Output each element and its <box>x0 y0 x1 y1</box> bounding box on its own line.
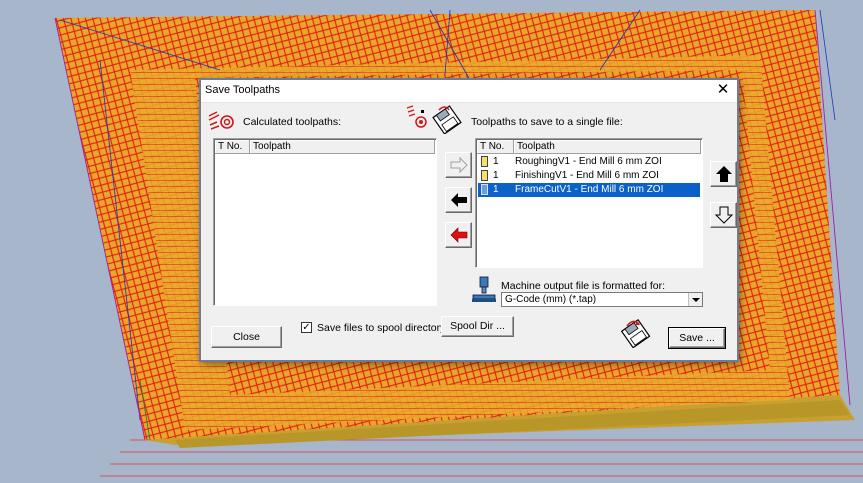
close-button[interactable]: Close <box>211 326 282 348</box>
close-button-label: Close <box>233 331 260 343</box>
calculated-toolpaths-label: Calculated toolpaths: <box>243 116 342 128</box>
table-row[interactable]: 1 RoughingV1 - End Mill 6 mm ZOI <box>478 155 700 169</box>
machine-output-label: Machine output file is formatted for: <box>501 280 665 292</box>
list-header: T No. Toolpath <box>215 140 435 154</box>
toolpath-file-icon <box>481 184 488 195</box>
spool-checkbox-label[interactable]: Save files to spool directory <box>317 322 445 334</box>
remove-all-button[interactable] <box>445 222 472 248</box>
spool-dir-button[interactable]: Spool Dir ... <box>441 316 514 337</box>
column-toolpath[interactable]: Toolpath <box>514 140 701 154</box>
row-tno: 1 <box>493 156 499 167</box>
row-tno: 1 <box>493 184 499 195</box>
checkmark-icon: ✓ <box>302 322 311 333</box>
red-arrow-left-icon <box>450 227 468 243</box>
table-row[interactable]: 1 FinishingV1 - End Mill 6 mm ZOI <box>478 169 700 183</box>
column-tno[interactable]: T No. <box>477 140 514 154</box>
toolpaths-to-save-list[interactable]: T No. Toolpath 1 RoughingV1 - End Mill 6 … <box>475 138 703 268</box>
arrow-right-icon <box>450 156 468 174</box>
move-down-button[interactable] <box>710 202 737 228</box>
post-processor-select[interactable]: G-Code (mm) (*.tap) <box>501 292 703 307</box>
spool-checkbox[interactable]: ✓ <box>301 322 312 333</box>
arrow-up-icon <box>716 166 732 182</box>
list-header: T No. Toolpath <box>477 140 701 154</box>
row-toolpath: RoughingV1 - End Mill 6 mm ZOI <box>515 156 662 167</box>
move-left-button[interactable] <box>445 187 472 213</box>
row-toolpath: FinishingV1 - End Mill 6 mm ZOI <box>515 170 659 181</box>
close-icon[interactable]: ✕ <box>715 82 731 98</box>
save-toolpaths-dialog: Save Toolpaths ✕ Calculated toolpaths: T… <box>200 79 738 361</box>
post-processor-value: G-Code (mm) (*.tap) <box>505 294 597 305</box>
arrow-down-icon <box>714 206 734 224</box>
calculated-toolpaths-list[interactable]: T No. Toolpath <box>213 138 437 306</box>
chevron-down-icon <box>692 298 700 302</box>
spool-dir-button-label: Spool Dir ... <box>450 320 505 332</box>
column-toolpath[interactable]: Toolpath <box>250 140 435 154</box>
toolpath-file-icon <box>481 170 488 181</box>
toolpath-file-icon <box>481 156 488 167</box>
toolpath-to-disk-icon <box>406 105 462 134</box>
save-disk-icon <box>621 318 651 348</box>
machine-icon <box>472 276 496 302</box>
row-toolpath: FrameCutV1 - End Mill 6 mm ZOI <box>515 184 664 195</box>
toolpaths-icon <box>208 111 234 130</box>
arrow-left-icon <box>451 193 467 207</box>
save-single-file-label: Toolpaths to save to a single file: <box>471 116 623 128</box>
title-bar[interactable]: Save Toolpaths ✕ <box>201 80 737 103</box>
move-up-button[interactable] <box>710 161 737 187</box>
table-row[interactable]: 1 FrameCutV1 - End Mill 6 mm ZOI <box>478 183 700 197</box>
move-right-button[interactable] <box>445 152 472 178</box>
save-button-label: Save ... <box>679 332 715 344</box>
row-tno: 1 <box>493 170 499 181</box>
dropdown-button[interactable] <box>688 293 702 306</box>
save-button[interactable]: Save ... <box>668 327 726 349</box>
column-tno[interactable]: T No. <box>215 140 250 154</box>
dialog-title: Save Toolpaths <box>205 84 281 96</box>
